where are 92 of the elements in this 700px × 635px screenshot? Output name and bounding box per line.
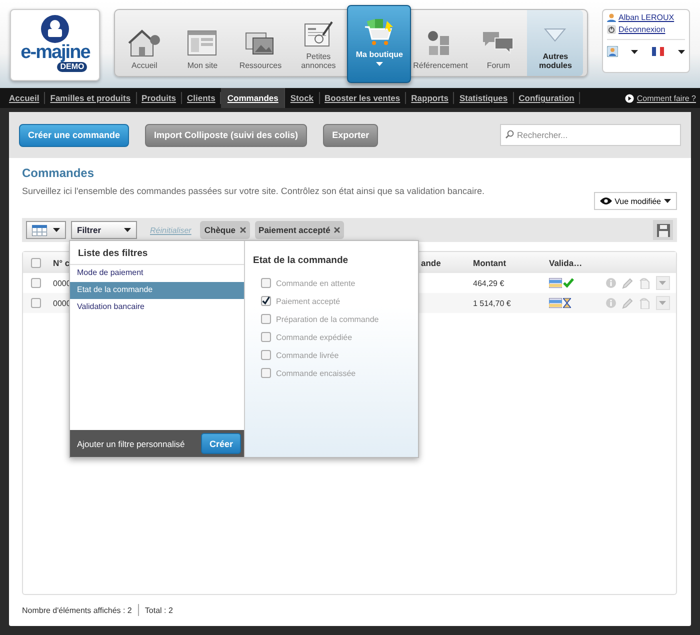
option-label: Commande expédiée [276,332,352,342]
filter-chip[interactable]: Chèque [200,221,250,239]
module-tab[interactable]: Petites annonces [289,10,348,76]
credit-card-icon [549,298,562,308]
logout-link[interactable]: Déconnexion [618,25,666,34]
logo-name: e-majine [20,44,90,62]
page-title: Commandes [22,166,96,180]
save-button[interactable] [653,220,673,240]
eye-icon [600,197,612,205]
document-icon[interactable] [639,277,650,289]
nav-link[interactable]: Accueil [4,92,46,104]
module-tab[interactable]: Ma boutique [347,5,412,83]
module-tab[interactable]: Mon site [173,10,232,76]
module-tab[interactable]: Accueil [115,10,174,76]
caret-icon [376,62,383,66]
flag-icon[interactable] [652,47,664,56]
option-label: Paiement accepté [276,296,340,306]
checkbox[interactable] [31,258,41,268]
logo-icon [40,14,70,44]
user-icon [606,13,616,22]
checkbox[interactable] [261,278,271,288]
caret-icon [659,301,666,305]
checkbox[interactable] [261,314,271,324]
checkbox[interactable] [261,350,271,360]
nav-link[interactable]: Familles et produits [45,92,137,104]
caret-icon [124,228,131,232]
logo[interactable]: e-majine DEMO [10,9,100,81]
checkbox[interactable] [261,332,271,342]
table-cell-text: 464,29 € [473,278,506,288]
browser-window-icon [185,28,220,58]
item-count: Nombre d'éléments affichés : 2 [22,606,132,614]
module-tab[interactable]: Ressources [231,10,290,76]
nav-link[interactable]: Booster les ventes [320,92,406,104]
nav-link[interactable]: Commandes [221,88,286,108]
module-tab[interactable]: Autres modules [527,10,584,76]
table-layout-icon [32,224,47,236]
user-link[interactable]: Alban LEROUX [618,13,674,22]
profile-icon[interactable] [606,46,618,57]
power-icon [606,25,616,34]
pencil-icon[interactable] [622,298,633,308]
caret-icon [53,228,60,232]
view-button[interactable]: Vue modifiée [594,192,677,210]
search-field[interactable]: Rechercher... [500,124,681,146]
filter-list-item[interactable]: Mode de paiement [70,265,244,282]
table-cell-text: 1 514,70 € [473,298,512,308]
filter-list-item[interactable]: Etat de la commande [70,282,244,299]
close-icon[interactable] [240,227,246,233]
option-label: Commande en attente [276,278,356,288]
credit-card-icon [549,278,562,288]
column-header: ande [421,258,441,268]
module-tab[interactable]: Référencement [411,10,470,76]
filter-options-title: Etat de la commande [253,255,350,266]
document-icon[interactable] [639,297,650,309]
search-icon [505,130,514,139]
caret-icon [678,50,685,54]
columns-button[interactable] [26,221,66,239]
close-icon[interactable] [334,227,340,233]
help-link[interactable]: Comment faire ? [624,94,696,102]
caret-icon [631,50,638,54]
total-count: Total : 2 [144,606,173,614]
nav-link[interactable]: Statistiques [454,92,514,104]
filter-list-title: Liste des filtres [70,241,244,265]
nav-link[interactable]: Stock [285,92,320,104]
house-icon [127,28,162,58]
pencil-icon[interactable] [622,278,633,288]
page-description: Surveillez ici l'ensemble des commandes passées sur votre site. Contrôlez son état ainsi que sa validation bancaire. [22,186,486,196]
checkbox[interactable] [261,296,271,306]
option-label: Commande encaissée [276,368,356,378]
row-menu-button[interactable] [656,276,670,290]
row-menu-button[interactable] [656,296,670,310]
add-filter-label: Ajouter un filtre personnalisé [77,438,185,448]
module-tab[interactable]: Forum [469,10,528,76]
filter-dropdown[interactable]: Filtrer [71,221,137,239]
info-icon[interactable] [606,278,616,288]
checkbox[interactable] [31,278,41,288]
option-label: Commande livrée [276,350,339,360]
checkbox[interactable] [261,368,271,378]
option-label: Préparation de la commande [276,314,379,324]
column-header: Valida… [549,258,582,268]
nav-link[interactable]: Produits [136,92,182,104]
logo-badge: DEMO [57,62,88,72]
caret-icon [664,199,671,203]
column-header: Montant [473,258,506,268]
nav-link[interactable]: Rapports [406,92,454,104]
info-icon[interactable] [606,298,616,308]
column-header: N° c [53,258,70,268]
nav-link[interactable]: Configuration [514,92,580,104]
caret-icon [659,281,666,285]
filter-list-item[interactable]: Validation bancaire [70,299,244,316]
play-icon [624,94,634,102]
checkbox[interactable] [31,298,41,308]
filter-chip[interactable]: Paiement accepté [254,221,344,239]
